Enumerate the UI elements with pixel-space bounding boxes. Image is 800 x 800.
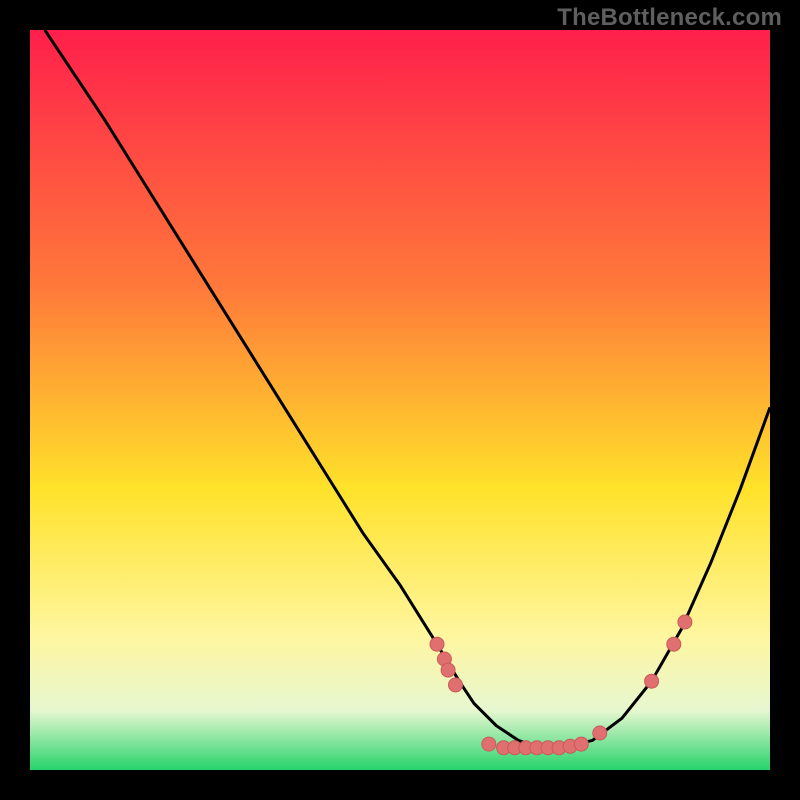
data-marker — [449, 678, 463, 692]
data-marker — [678, 615, 692, 629]
data-marker — [645, 674, 659, 688]
data-marker — [574, 737, 588, 751]
chart-frame: TheBottleneck.com — [0, 0, 800, 800]
gradient-background — [30, 30, 770, 770]
data-marker — [482, 737, 496, 751]
data-marker — [593, 726, 607, 740]
plot-area — [30, 30, 770, 770]
chart-svg — [30, 30, 770, 770]
data-marker — [441, 663, 455, 677]
data-marker — [667, 637, 681, 651]
watermark-text: TheBottleneck.com — [557, 4, 782, 32]
data-marker — [430, 637, 444, 651]
